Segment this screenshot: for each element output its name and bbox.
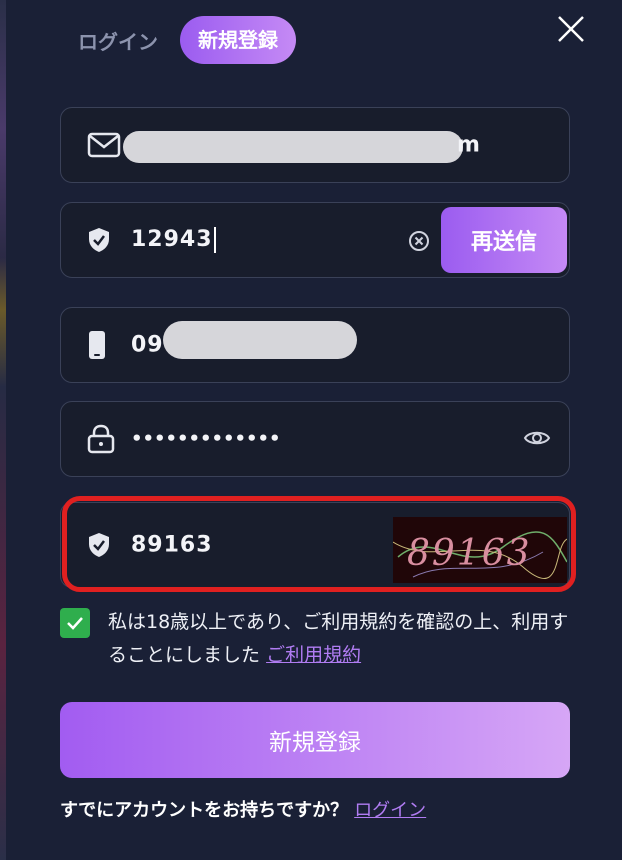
redacted-email xyxy=(123,131,463,163)
close-icon[interactable] xyxy=(552,10,590,48)
resend-button[interactable]: 再送信 xyxy=(441,207,567,273)
email-field[interactable]: m xyxy=(60,107,570,183)
phone-icon xyxy=(89,331,105,359)
email-value-suffix: m xyxy=(457,132,481,158)
password-value: ••••••••••••• xyxy=(131,428,281,450)
terms-link[interactable]: ご利用規約 xyxy=(266,644,361,666)
phone-field[interactable]: 09 xyxy=(60,307,570,383)
captcha-highlight-outline xyxy=(62,496,576,592)
login-link[interactable]: ログイン xyxy=(354,800,426,821)
register-button[interactable]: 新規登録 xyxy=(60,702,570,778)
background-edge xyxy=(0,0,6,860)
agreement-text: 私は18歳以上であり、ご利用規約を確認の上、利用することにしました ご利用規約 xyxy=(108,611,569,666)
shield-icon xyxy=(89,228,109,252)
check-icon xyxy=(67,617,83,630)
auth-tabs: ログイン 新規登録 xyxy=(70,16,296,64)
eye-icon[interactable] xyxy=(523,428,551,448)
verification-code-field[interactable]: 12943 再送信 xyxy=(60,202,570,278)
tab-login[interactable]: ログイン xyxy=(70,26,166,55)
mail-icon xyxy=(87,132,121,158)
redacted-phone xyxy=(163,321,357,359)
phone-value-prefix: 09 xyxy=(131,332,164,358)
lock-icon xyxy=(87,424,115,454)
clear-icon[interactable] xyxy=(408,230,430,252)
verification-code-value[interactable]: 12943 xyxy=(131,227,216,253)
footer-text: すでにアカウントをお持ちですか？ ログイン xyxy=(60,800,427,821)
password-field[interactable]: ••••••••••••• xyxy=(60,401,570,477)
agreement-checkbox[interactable] xyxy=(60,608,90,638)
tab-register[interactable]: 新規登録 xyxy=(180,16,296,64)
